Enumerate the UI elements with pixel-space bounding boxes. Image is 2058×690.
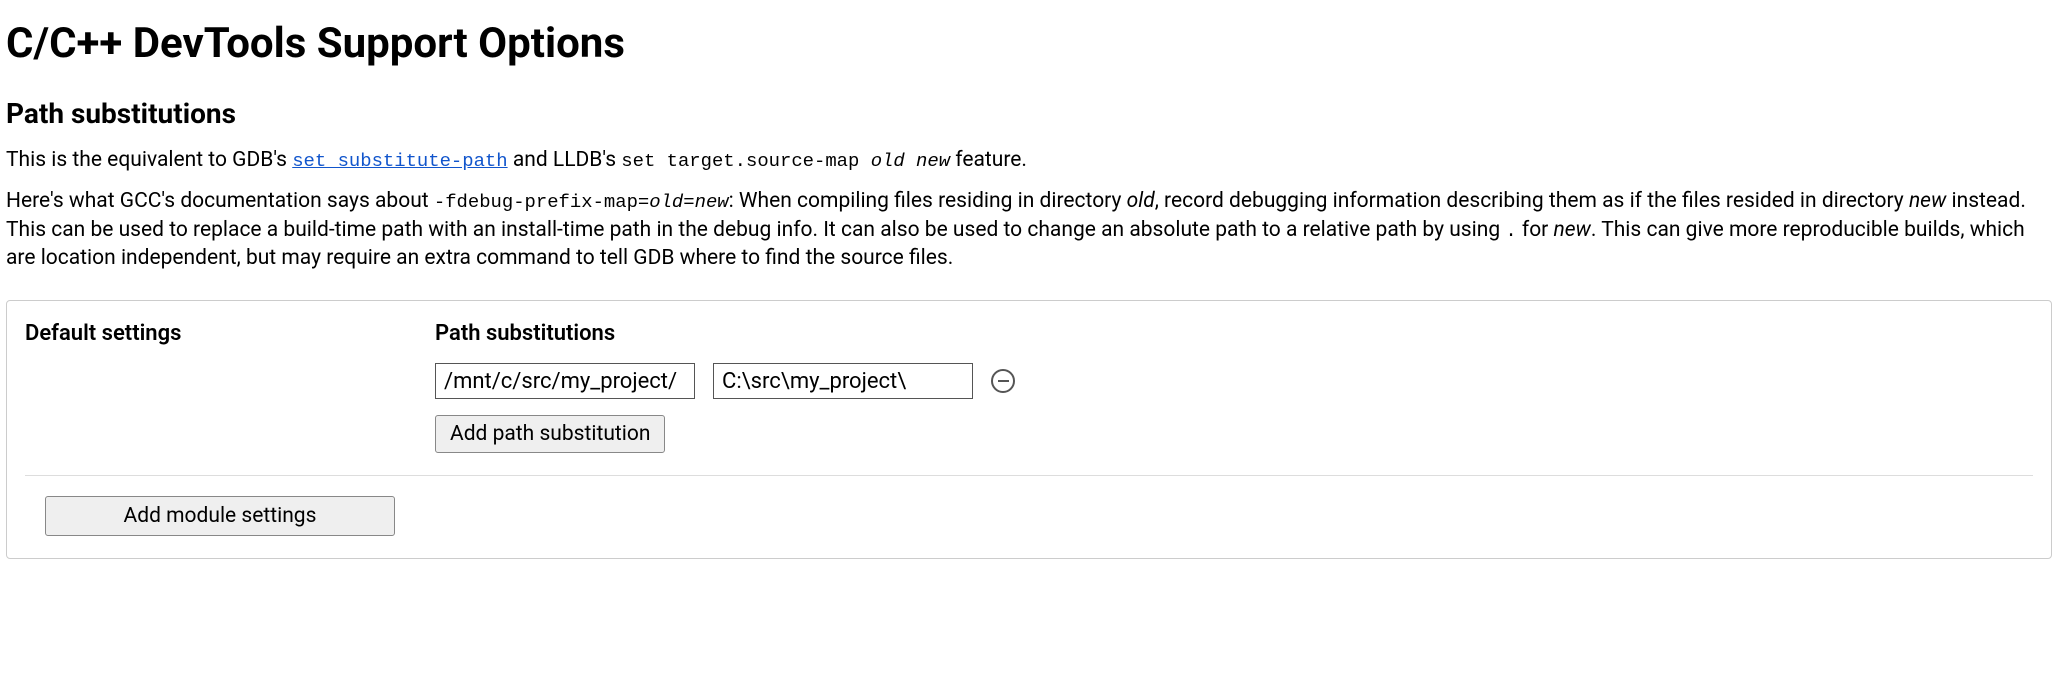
gcc-flag-new: new [695,191,729,213]
gcc-flag-eq: = [683,191,694,213]
dir-new: new [1909,189,1946,213]
remove-icon[interactable] [991,369,1015,393]
gcc-flag: -fdebug-prefix-map= [434,191,649,213]
substitution-row [435,363,2033,399]
add-module-settings-button[interactable]: Add module settings [45,496,395,536]
doc-text: for [1517,218,1554,242]
divider [25,475,2033,476]
intro-text: This is the equivalent to GDB's [6,148,292,172]
dir-new: new [1554,218,1591,242]
doc-text: : When compiling files residing in direc… [729,189,1127,213]
intro-text: feature. [950,148,1027,172]
lldb-command: set target.source-map [621,150,870,172]
intro-text: and LLDB's [508,148,622,172]
path-substitutions-label: Path substitutions [435,319,2033,349]
dir-old: old [1127,189,1155,213]
lldb-arg-sep [905,150,916,172]
default-settings-label: Default settings [25,319,415,349]
substitution-from-input[interactable] [435,363,695,399]
settings-panel: Default settings Path substitutions Add … [6,300,2052,559]
doc-text: , record debugging information describin… [1155,189,1909,213]
page-title: C/C++ DevTools Support Options [6,16,2052,73]
gcc-flag-old: old [649,191,683,213]
dot-literal: . [1505,220,1516,242]
gdb-set-substitute-path-link[interactable]: set substitute-path [292,150,507,172]
section-title: Path substitutions [6,95,2052,133]
add-path-substitution-button[interactable]: Add path substitution [435,415,665,453]
lldb-arg-old: old [871,150,905,172]
intro-paragraph: This is the equivalent to GDB's set subs… [6,146,2052,175]
substitution-to-input[interactable] [713,363,973,399]
gcc-doc-paragraph: Here's what GCC's documentation says abo… [6,187,2052,272]
lldb-arg-new: new [916,150,950,172]
doc-text: Here's what GCC's documentation says abo… [6,189,434,213]
